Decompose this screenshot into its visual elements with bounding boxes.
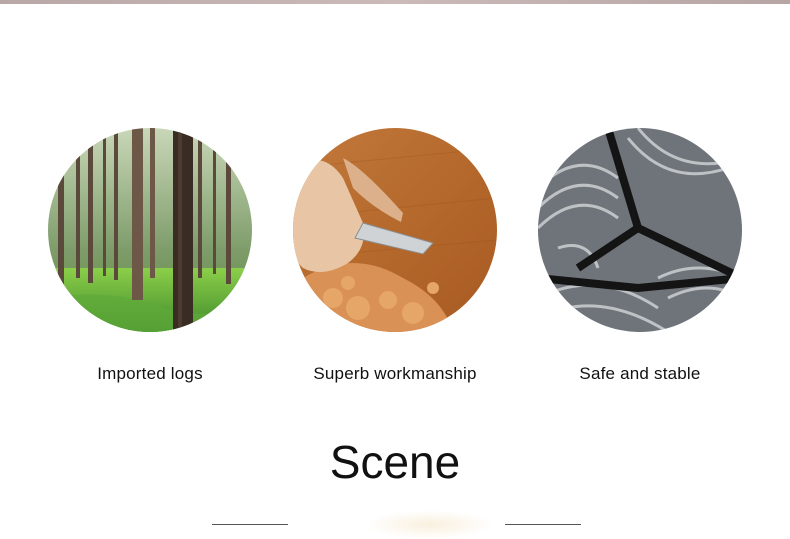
feature-safe-and-stable: Safe and stable bbox=[535, 128, 745, 383]
divider-right bbox=[505, 524, 581, 525]
feature-label: Safe and stable bbox=[579, 364, 701, 383]
metal-frame-image bbox=[538, 128, 742, 332]
feature-imported-logs: Imported logs bbox=[45, 128, 255, 383]
feature-list: Imported logs Superb workmanship Safe an… bbox=[0, 0, 790, 400]
feature-superb-workmanship: Superb workmanship bbox=[290, 128, 500, 383]
forest-image bbox=[48, 128, 252, 332]
section-title: Scene bbox=[329, 436, 461, 488]
feature-label: Superb workmanship bbox=[313, 364, 477, 383]
wood-carving-image bbox=[293, 128, 497, 332]
scene-image-preview bbox=[365, 510, 495, 539]
feature-label: Imported logs bbox=[97, 364, 203, 383]
divider-left bbox=[212, 524, 288, 525]
